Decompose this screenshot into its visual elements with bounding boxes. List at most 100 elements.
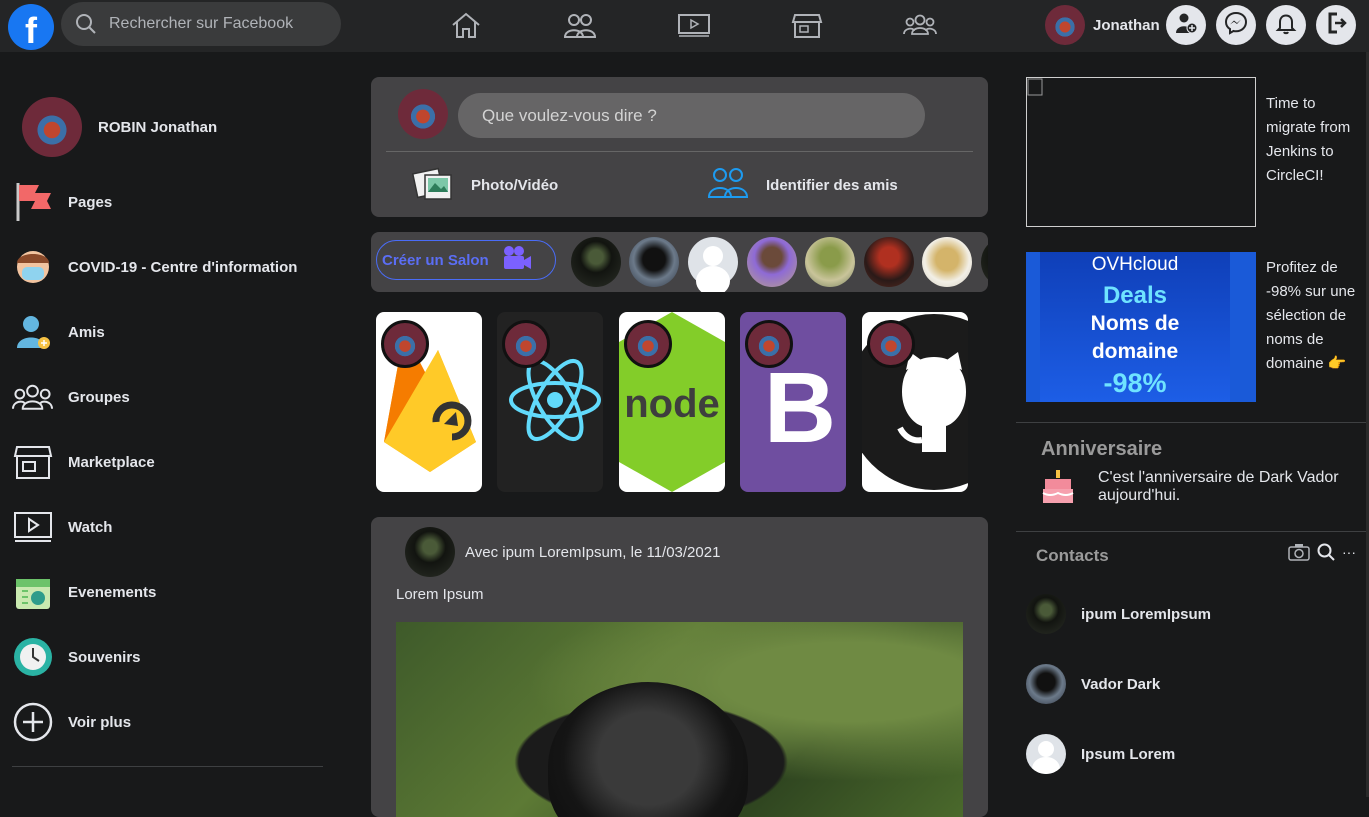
ad-image-ovh[interactable]: OVHcloud Deals Noms de domaine -98%	[1026, 252, 1256, 402]
post-composer: Que voulez-vous dire ? Photo/Vidéo Ident…	[371, 77, 988, 217]
room-avatar[interactable]	[805, 237, 855, 287]
post-header: Avec ipum LoremIpsum, le 11/03/2021	[405, 527, 720, 577]
home-icon[interactable]	[446, 8, 486, 42]
birthday-text[interactable]: C'est l'anniversaire de Dark Vador aujou…	[1098, 469, 1368, 505]
search-box[interactable]	[61, 2, 341, 46]
post-photo[interactable]	[396, 622, 963, 817]
rooms-bar: Créer un Salon	[371, 232, 988, 292]
flag-icon	[12, 182, 53, 223]
room-avatar[interactable]	[747, 237, 797, 287]
bell-icon	[1274, 11, 1298, 40]
search-icon	[75, 13, 97, 40]
calendar-icon	[12, 572, 53, 613]
sidebar-item-covid[interactable]: COVID-19 - Centre d'information	[12, 245, 297, 289]
add-friend-button[interactable]	[1166, 5, 1206, 45]
tag-friends-button[interactable]: Identifier des amis	[706, 165, 898, 205]
groups-icon	[12, 377, 53, 418]
sidebar-item-label: Watch	[68, 518, 113, 536]
sidebar-item-label: Evenements	[68, 583, 157, 601]
sidebar-item-souvenirs[interactable]: Souvenirs	[12, 635, 141, 679]
room-avatar[interactable]	[571, 237, 621, 287]
composer-divider	[386, 151, 973, 152]
friends-icon	[706, 165, 750, 205]
clock-icon	[12, 637, 53, 678]
messenger-button[interactable]	[1216, 5, 1256, 45]
sidebar-item-label: Marketplace	[68, 453, 155, 471]
story-card-node[interactable]: node	[619, 312, 725, 492]
profile-chip[interactable]: Jonathan	[1045, 5, 1160, 45]
sidebar-item-voir-plus[interactable]: Voir plus	[12, 700, 131, 744]
logout-icon	[1324, 11, 1348, 40]
sidebar-profile[interactable]: ROBIN Jonathan	[22, 97, 217, 157]
contact-item[interactable]: Ipsum Lorem	[1026, 734, 1175, 774]
avatar	[1045, 5, 1085, 45]
story-avatar	[867, 320, 915, 368]
contacts-title: Contacts	[1036, 546, 1109, 565]
sidebar-item-marketplace[interactable]: Marketplace	[12, 440, 155, 484]
room-avatar[interactable]	[922, 237, 972, 287]
sidebar-profile-name: ROBIN Jonathan	[98, 118, 218, 136]
ovh-deals: Deals	[1102, 282, 1168, 309]
ovh-banner: OVHcloud Deals Noms de domaine -98%	[1040, 252, 1230, 402]
avatar	[22, 97, 82, 157]
contact-item[interactable]: Vador Dark	[1026, 664, 1160, 704]
video-room-icon[interactable]	[1288, 543, 1310, 566]
ovh-line3: domaine	[1091, 340, 1179, 363]
more-options-icon[interactable]: ···	[1342, 544, 1356, 560]
story-avatar	[624, 320, 672, 368]
room-avatar[interactable]	[981, 237, 988, 287]
broken-image-icon	[1027, 78, 1043, 96]
create-room-button[interactable]: Créer un Salon	[376, 240, 556, 280]
ovh-line2: Noms de	[1090, 312, 1180, 335]
sidebar-item-label: Pages	[68, 193, 113, 211]
avatar[interactable]	[405, 527, 455, 577]
mask-icon	[12, 247, 53, 288]
ovh-brand: OVHcloud	[1091, 254, 1179, 275]
story-card-github[interactable]	[862, 312, 968, 492]
video-icon	[12, 507, 53, 548]
avatar	[1026, 594, 1066, 634]
search-icon[interactable]	[1317, 543, 1335, 566]
logout-button[interactable]	[1316, 5, 1356, 45]
post-card: Avec ipum LoremIpsum, le 11/03/2021 Lore…	[371, 517, 988, 817]
facebook-logo[interactable]: f	[8, 4, 54, 50]
sidebar-item-pages[interactable]: Pages	[12, 180, 112, 224]
sidebar-item-evenements[interactable]: Evenements	[12, 570, 156, 614]
header-user-name: Jonathan	[1093, 16, 1160, 34]
contact-name: ipum LoremIpsum	[1081, 605, 1212, 623]
notifications-button[interactable]	[1266, 5, 1306, 45]
sidebar-divider	[12, 766, 323, 767]
avatar	[1026, 664, 1066, 704]
story-avatar	[502, 320, 550, 368]
room-avatar[interactable]	[864, 237, 914, 287]
photo-video-button[interactable]: Photo/Vidéo	[411, 165, 558, 205]
post-meta-text: Avec ipum LoremIpsum, le 11/03/2021	[465, 543, 721, 561]
sidebar-item-label: Groupes	[68, 388, 130, 406]
search-input[interactable]	[109, 2, 329, 46]
top-navbar: f Jonathan	[0, 0, 1369, 52]
groups-icon[interactable]	[900, 8, 940, 42]
shop-icon	[12, 442, 53, 483]
story-card-bootstrap[interactable]: B	[740, 312, 846, 492]
ad-text-2[interactable]: Profitez de -98% sur une sélection de no…	[1266, 256, 1366, 376]
sidebar-item-groupes[interactable]: Groupes	[12, 375, 130, 419]
watch-icon[interactable]	[674, 8, 714, 42]
node-logo-text: node	[624, 382, 720, 426]
bootstrap-logo-text: B	[764, 352, 836, 464]
ad-text-1[interactable]: Time to migrate from Jenkins to CircleCI…	[1266, 92, 1366, 188]
room-avatar[interactable]	[629, 237, 679, 287]
right-divider	[1016, 531, 1366, 532]
contact-item[interactable]: ipum LoremIpsum	[1026, 594, 1211, 634]
messenger-icon	[1224, 11, 1248, 40]
ad-image-broken[interactable]	[1026, 77, 1256, 227]
story-card-react[interactable]	[497, 312, 603, 492]
sidebar-item-amis[interactable]: Amis	[12, 310, 105, 354]
story-card-firebase[interactable]	[376, 312, 482, 492]
plus-icon	[12, 702, 53, 743]
sidebar-item-watch[interactable]: Watch	[12, 505, 112, 549]
marketplace-icon[interactable]	[787, 8, 827, 42]
friends-icon[interactable]	[560, 8, 600, 42]
composer-input[interactable]: Que voulez-vous dire ?	[458, 93, 925, 138]
add-friend-icon	[1174, 11, 1198, 40]
room-avatar[interactable]	[688, 237, 738, 292]
